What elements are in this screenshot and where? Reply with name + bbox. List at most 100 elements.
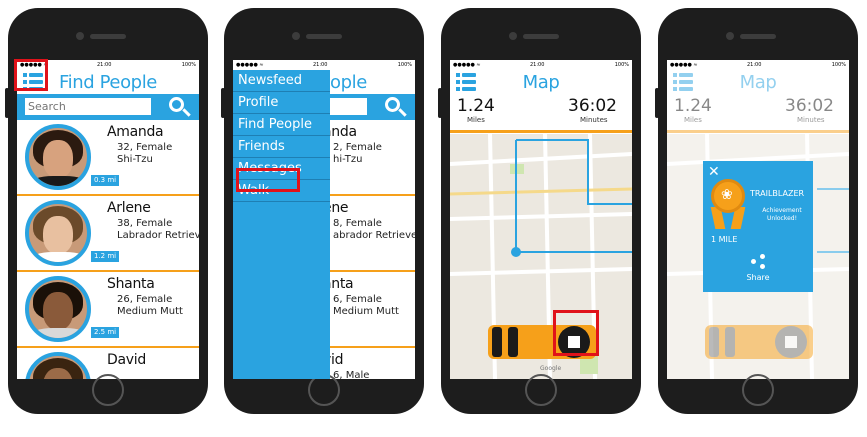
- phone-achievement: ●●●●● ≈ 21:00 100% Map 1.24 Miles 36:02 …: [655, 8, 858, 414]
- phone-map: ●●●●● ≈ 21:00 100% Map 1.24 Miles 36:02 …: [438, 8, 641, 414]
- share-button[interactable]: Share: [703, 273, 813, 282]
- distance-badge: 1.2 mi: [91, 251, 120, 262]
- medal-icon: ❀: [711, 179, 745, 213]
- person-name: Amanda: [107, 124, 164, 140]
- stop-button: [775, 326, 807, 358]
- person-info: 32, Female Shi-Tzu: [117, 142, 172, 166]
- miles-label: Miles: [467, 116, 485, 124]
- share-icon[interactable]: [751, 254, 765, 269]
- home-button[interactable]: [525, 374, 557, 406]
- battery-indicator: 100%: [831, 62, 846, 68]
- home-button[interactable]: [742, 374, 774, 406]
- person-age-gender: 38, Female: [117, 218, 173, 229]
- signal-icon: ●●●●● ≈: [20, 62, 48, 68]
- status-time: 21:00: [97, 62, 112, 68]
- minutes-label: Minutes: [797, 116, 825, 124]
- app-bar: Map: [667, 70, 849, 94]
- avatar: [25, 200, 91, 266]
- close-icon[interactable]: ✕: [708, 164, 720, 180]
- minutes-value: 36:02: [785, 96, 834, 116]
- battery-indicator: 100%: [181, 62, 196, 68]
- miles-label: Miles: [684, 116, 702, 124]
- person-info: 26, Female Medium Mutt: [117, 294, 183, 318]
- person-breed: Shi-Tzu: [117, 154, 153, 165]
- battery-indicator: 100%: [614, 62, 629, 68]
- list-item[interactable]: 1.2 mi Arlene 38, Female Labrador Retrie…: [17, 196, 199, 274]
- menu-item-newsfeed[interactable]: Newsfeed: [233, 70, 330, 92]
- minutes-value: 36:02: [568, 96, 617, 116]
- page-title: Find People: [58, 72, 157, 93]
- divider: [667, 130, 849, 133]
- home-button[interactable]: [92, 374, 124, 406]
- battery-indicator: 100%: [397, 62, 412, 68]
- speaker: [740, 34, 776, 39]
- search-icon[interactable]: [169, 97, 191, 119]
- menu-item-walk[interactable]: Walk: [233, 180, 330, 202]
- menu-item-find-people[interactable]: Find People: [233, 114, 330, 136]
- person-breed: Medium Mutt: [117, 306, 183, 317]
- app-bar: Find People: [17, 70, 199, 94]
- person-info: 6, Male: [333, 370, 369, 379]
- volume-button: [5, 88, 9, 118]
- status-time: 21:00: [530, 62, 545, 68]
- stop-button[interactable]: [558, 326, 590, 358]
- status-bar: ●●●●● ≈ 21:00 100%: [17, 60, 199, 70]
- signal-icon: ●●●●● ≈: [670, 62, 698, 68]
- status-bar: ●●●●● ≈ 21:00 100%: [667, 60, 849, 70]
- search-icon[interactable]: [385, 97, 407, 119]
- menu-item-profile[interactable]: Profile: [233, 92, 330, 114]
- menu-item-friends[interactable]: Friends: [233, 136, 330, 158]
- search-bar: [17, 94, 199, 120]
- paw-icon: ❀: [721, 187, 733, 203]
- avatar: [25, 124, 91, 190]
- status-time: 21:00: [747, 62, 762, 68]
- volume-button: [438, 88, 442, 118]
- search-input[interactable]: [25, 98, 151, 115]
- signal-icon: ●●●●● ≈: [453, 62, 481, 68]
- phone-find-people: ●●●●● ≈ 21:00 100% Find People 0.3 mi A: [5, 8, 208, 414]
- minutes-label: Minutes: [580, 116, 608, 124]
- page-title: Map: [739, 72, 777, 93]
- pause-button[interactable]: [490, 327, 522, 357]
- person-breed: Medium Mutt: [333, 306, 399, 317]
- person-info: 8, Female abrador Retriever: [333, 218, 415, 242]
- minutes-stat: 36:02 Minutes: [568, 96, 617, 124]
- divider: [450, 130, 632, 133]
- volume-button: [655, 88, 659, 118]
- miles-stat: 1.24 Miles: [457, 96, 495, 124]
- person-breed: Labrador Retriever: [117, 230, 199, 241]
- person-age-gender: 2, Female: [333, 142, 382, 153]
- signal-icon: ●●●●● ≈: [236, 62, 264, 68]
- pause-button: [707, 327, 739, 357]
- achievement-distance: 1 MILE: [711, 235, 738, 244]
- miles-stat: 1.24 Miles: [674, 96, 712, 124]
- person-age-gender: 26, Female: [117, 294, 173, 305]
- camera: [726, 32, 734, 40]
- nav-drawer: Newsfeed Profile Find People Friends Mes…: [233, 70, 330, 379]
- achievement-title: TRAILBLAZER: [750, 189, 805, 198]
- walk-controls: [488, 325, 596, 359]
- person-age-gender: 8, Female: [333, 218, 382, 229]
- camera: [292, 32, 300, 40]
- person-breed: hi-Tzu: [333, 154, 363, 165]
- menu-item-messages[interactable]: Messages: [233, 158, 330, 180]
- person-info: 2, Female hi-Tzu: [333, 142, 382, 166]
- achievement-popup: ✕ ❀ TRAILBLAZER Achievement Unlocked! 1 …: [703, 161, 813, 292]
- avatar: [25, 276, 91, 342]
- list-item[interactable]: 2.5 mi Shanta 26, Female Medium Mutt: [17, 272, 199, 350]
- person-age-gender: 32, Female: [117, 142, 173, 153]
- speaker: [523, 34, 559, 39]
- distance-badge: 2.5 mi: [91, 327, 120, 338]
- search-input[interactable]: [330, 98, 367, 115]
- person-info: 38, Female Labrador Retriever: [117, 218, 199, 242]
- mockup-stage: ●●●●● ≈ 21:00 100% Find People 0.3 mi A: [0, 0, 867, 437]
- person-age-gender: 6, Male: [333, 370, 370, 379]
- miles-value: 1.24: [674, 96, 712, 116]
- status-bar: ●●●●● ≈ 21:00 100%: [450, 60, 632, 70]
- achievement-subtitle: Achievement Unlocked!: [762, 207, 802, 222]
- camera: [509, 32, 517, 40]
- list-item[interactable]: 0.3 mi Amanda 32, Female Shi-Tzu: [17, 120, 199, 198]
- person-age-gender: 6, Female: [333, 294, 382, 305]
- screen-find-people: ●●●●● ≈ 21:00 100% Find People 0.3 mi A: [17, 60, 199, 379]
- speaker: [306, 34, 342, 39]
